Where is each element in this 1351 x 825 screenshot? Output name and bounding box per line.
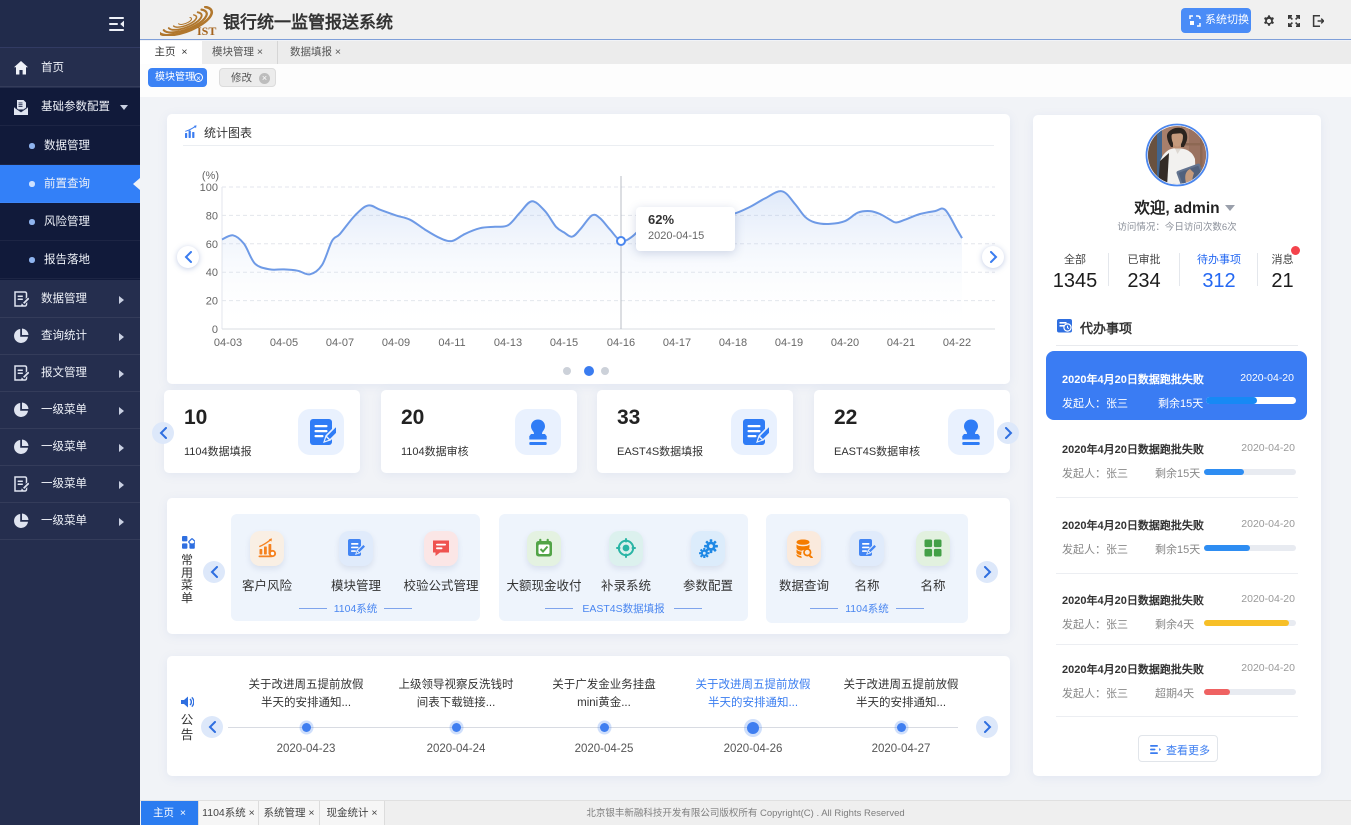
svg-text:04-05: 04-05 bbox=[270, 337, 298, 349]
svg-text:04-11: 04-11 bbox=[438, 337, 465, 349]
svg-text:04-19: 04-19 bbox=[775, 337, 803, 349]
svg-text:80: 80 bbox=[206, 210, 218, 222]
svg-text:0: 0 bbox=[212, 324, 218, 336]
svg-text:04-07: 04-07 bbox=[326, 337, 354, 349]
svg-text:04-16: 04-16 bbox=[607, 337, 635, 349]
svg-text:100: 100 bbox=[200, 182, 218, 194]
svg-text:IST: IST bbox=[197, 24, 216, 36]
svg-text:60: 60 bbox=[206, 239, 218, 251]
svg-text:(%): (%) bbox=[202, 170, 219, 182]
svg-text:04-22: 04-22 bbox=[943, 337, 971, 349]
svg-text:40: 40 bbox=[206, 267, 218, 279]
svg-text:04-17: 04-17 bbox=[663, 337, 691, 349]
svg-text:04-21: 04-21 bbox=[887, 337, 915, 349]
svg-text:04-18: 04-18 bbox=[719, 337, 747, 349]
svg-text:04-09: 04-09 bbox=[382, 337, 410, 349]
svg-text:04-03: 04-03 bbox=[214, 337, 242, 349]
svg-text:04-20: 04-20 bbox=[831, 337, 859, 349]
svg-text:04-15: 04-15 bbox=[550, 337, 578, 349]
svg-text:04-13: 04-13 bbox=[494, 337, 522, 349]
svg-text:20: 20 bbox=[206, 296, 218, 308]
